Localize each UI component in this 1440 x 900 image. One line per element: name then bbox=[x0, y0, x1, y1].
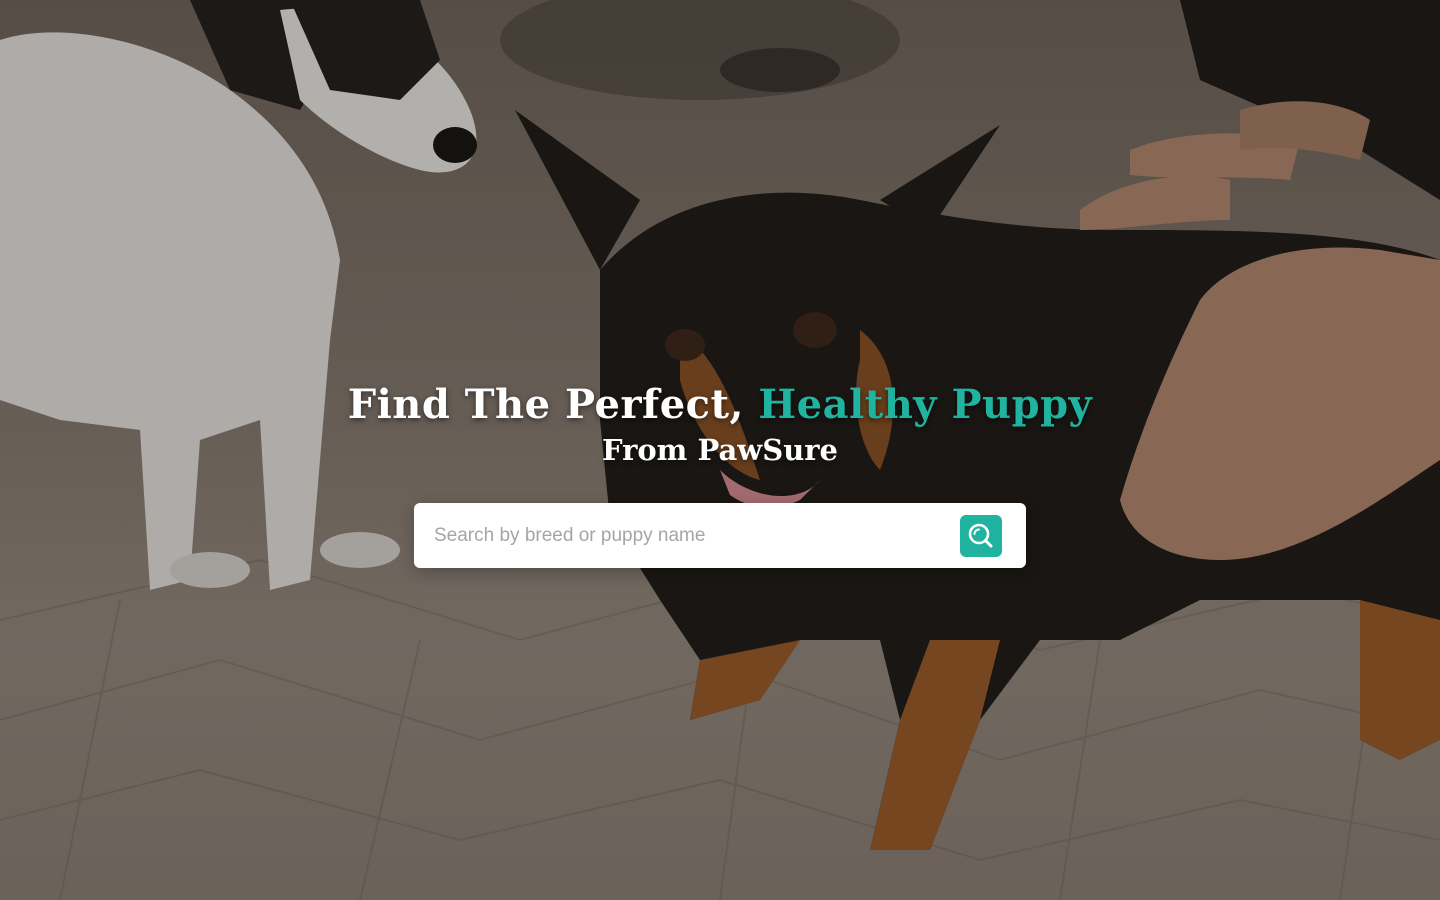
hero-heading-group: Find The Perfect, Healthy Puppy From Paw… bbox=[0, 378, 1440, 468]
search-button[interactable] bbox=[960, 515, 1002, 557]
hero-headline: Find The Perfect, Healthy Puppy bbox=[0, 378, 1440, 432]
search-icon bbox=[968, 523, 993, 548]
hero-subheadline: From PawSure bbox=[601, 433, 839, 467]
headline-accent-text: Healthy Puppy bbox=[758, 381, 1093, 428]
search-input[interactable] bbox=[414, 503, 934, 568]
headline-main-text: Find The Perfect, bbox=[347, 381, 759, 428]
search-bar bbox=[414, 503, 1026, 568]
